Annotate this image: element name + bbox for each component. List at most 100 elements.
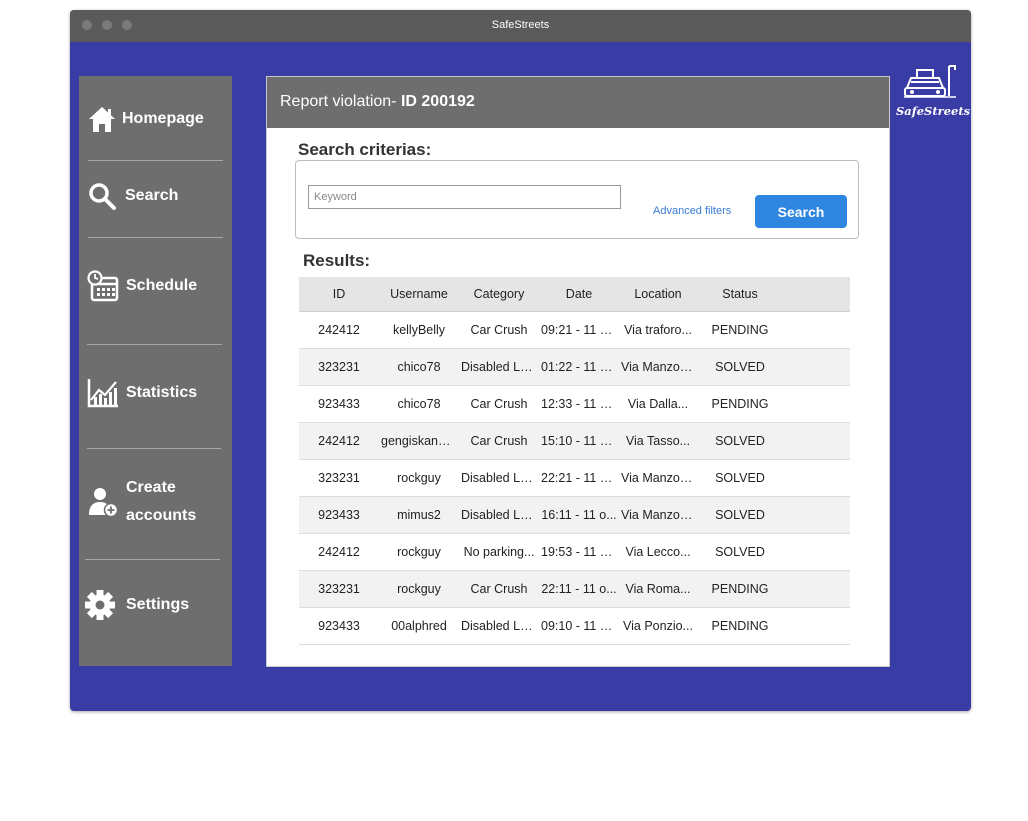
row-status: PENDING [711, 323, 769, 337]
search-button[interactable]: Search [755, 195, 847, 228]
row-id: 242412 [318, 545, 360, 559]
row-category: Disabled La... [461, 471, 538, 485]
car-streetlight-icon [903, 62, 957, 103]
row-id: 323231 [318, 360, 360, 374]
row-username: chico78 [397, 397, 441, 411]
row-id: 923433 [318, 619, 360, 633]
row-category: Car Crush [470, 323, 528, 337]
advanced-filters-link[interactable]: Advanced filters [653, 205, 731, 217]
divider [88, 160, 223, 161]
sidebar-item-create-accounts[interactable]: Create accounts [87, 474, 240, 530]
column-header-username[interactable]: Username [379, 287, 459, 301]
row-username: kellyBelly [392, 323, 446, 337]
report-id: ID 200192 [400, 93, 475, 110]
search-criteria-title: Search criterias: [298, 140, 432, 159]
row-category: Car Crush [470, 434, 528, 448]
column-header-id[interactable]: ID [299, 287, 379, 301]
logo-text: SafeStreets [896, 104, 971, 118]
keyword-input[interactable] [308, 185, 621, 209]
sidebar-item-statistics[interactable]: Statistics [87, 378, 240, 408]
table-row[interactable]: 323231 chico78 Disabled La... 01:22 - 11 o.… [299, 349, 850, 386]
divider [85, 559, 220, 560]
divider [87, 448, 221, 449]
table-row[interactable]: 242412 kellyBelly Car Crush 09:21 - 11 o...… [299, 312, 850, 349]
panel-header: Report violation- ID 200192 [267, 77, 889, 128]
results-table: ID Username Category Date Location Statu… [299, 277, 850, 645]
sidebar-item-schedule[interactable]: Schedule [87, 270, 240, 302]
row-username: gengiskan223 [381, 434, 459, 448]
row-id: 323231 [318, 582, 360, 596]
add-user-icon [87, 486, 119, 518]
table-row[interactable]: 923433 00alphred Disabled La... 09:10 - 11 … [299, 608, 850, 645]
column-header-location[interactable]: Location [619, 287, 697, 301]
row-username: rockguy [397, 582, 441, 596]
row-category: Disabled La... [461, 508, 538, 522]
row-id: 923433 [318, 397, 360, 411]
row-status: PENDING [711, 397, 769, 411]
row-status: PENDING [711, 619, 769, 633]
row-location: Via Manzoni... [621, 360, 697, 374]
row-category: Car Crush [470, 582, 528, 596]
home-icon [88, 104, 116, 134]
sidebar-item-label: Search [125, 187, 179, 204]
sidebar-item-label: Settings [126, 596, 190, 613]
row-status: SOLVED [715, 545, 765, 559]
table-row[interactable]: 242412 rockguy No parking... 19:53 - 11 o..… [299, 534, 850, 571]
window-title: SafeStreets [491, 19, 550, 31]
row-id: 242412 [318, 323, 360, 337]
search-icon [88, 182, 116, 210]
row-location: Via Manzoni... [621, 508, 697, 522]
sidebar-item-label: Statistics [126, 384, 198, 401]
row-status: SOLVED [715, 434, 765, 448]
sidebar-item-homepage[interactable]: Homepage [88, 104, 241, 134]
table-row[interactable]: 923433 chico78 Car Crush 12:33 - 11 o... Via… [299, 386, 850, 423]
sidebar-item-search[interactable]: Search [88, 182, 241, 210]
row-username: mimus2 [397, 508, 441, 522]
search-criteria-box: Advanced filters Search [295, 160, 859, 239]
sidebar: Homepage Search Schedule Statistics Crea… [79, 76, 232, 666]
row-date: 19:53 - 11 o... [541, 545, 618, 559]
row-status: SOLVED [715, 360, 765, 374]
row-date: 12:33 - 11 o... [541, 397, 618, 411]
row-date: 22:21 - 11 o... [541, 471, 618, 485]
results-title: Results: [303, 251, 371, 270]
table-body: 242412 kellyBelly Car Crush 09:21 - 11 o...… [299, 312, 850, 645]
row-location: Via Ponzio... [623, 619, 693, 633]
row-category: Disabled La... [461, 619, 538, 633]
chart-icon [87, 378, 119, 408]
sidebar-item-label: Schedule [126, 277, 198, 294]
row-status: SOLVED [715, 508, 765, 522]
row-location: Via Tasso... [625, 434, 691, 448]
app-logo: SafeStreets [896, 60, 971, 124]
table-row[interactable]: 323231 rockguy Car Crush 22:11 - 11 o... Via… [299, 571, 850, 608]
title-bar: SafeStreets [70, 10, 971, 42]
table-header: ID Username Category Date Location Statu… [299, 277, 850, 312]
table-row[interactable]: 242412 gengiskan223 Car Crush 15:10 - 11 o.… [299, 423, 850, 460]
row-location: Via Dalla... [627, 397, 689, 411]
column-header-status[interactable]: Status [697, 287, 783, 301]
row-location: Via Roma... [625, 582, 691, 596]
row-location: Via traforo... [624, 323, 692, 337]
calendar-clock-icon [87, 270, 119, 302]
column-header-category[interactable]: Category [459, 287, 539, 301]
row-id: 242412 [318, 434, 360, 448]
row-username: chico78 [397, 360, 441, 374]
sidebar-item-label: Create accounts [126, 479, 197, 524]
column-header-date[interactable]: Date [539, 287, 619, 301]
row-location: Via Manzoni... [621, 471, 697, 485]
row-date: 09:21 - 11 o... [541, 323, 618, 337]
divider [88, 237, 223, 238]
app-window: SafeStreets Homepage Search Schedule Sta… [70, 10, 971, 711]
gear-icon [84, 589, 116, 621]
row-username: 00alphred [391, 619, 447, 633]
row-category: Disabled La... [461, 360, 538, 374]
table-row[interactable]: 923433 mimus2 Disabled La... 16:11 - 11 o..… [299, 497, 850, 534]
sidebar-item-label: Homepage [122, 110, 204, 127]
table-row[interactable]: 323231 rockguy Disabled La... 22:21 - 11 o.… [299, 460, 850, 497]
row-category: No parking... [463, 545, 535, 559]
row-username: rockguy [397, 545, 441, 559]
sidebar-item-settings[interactable]: Settings [84, 589, 237, 621]
main-panel: Report violation- ID 200192 Search crite… [266, 76, 890, 667]
row-status: PENDING [711, 582, 769, 596]
row-id: 323231 [318, 471, 360, 485]
